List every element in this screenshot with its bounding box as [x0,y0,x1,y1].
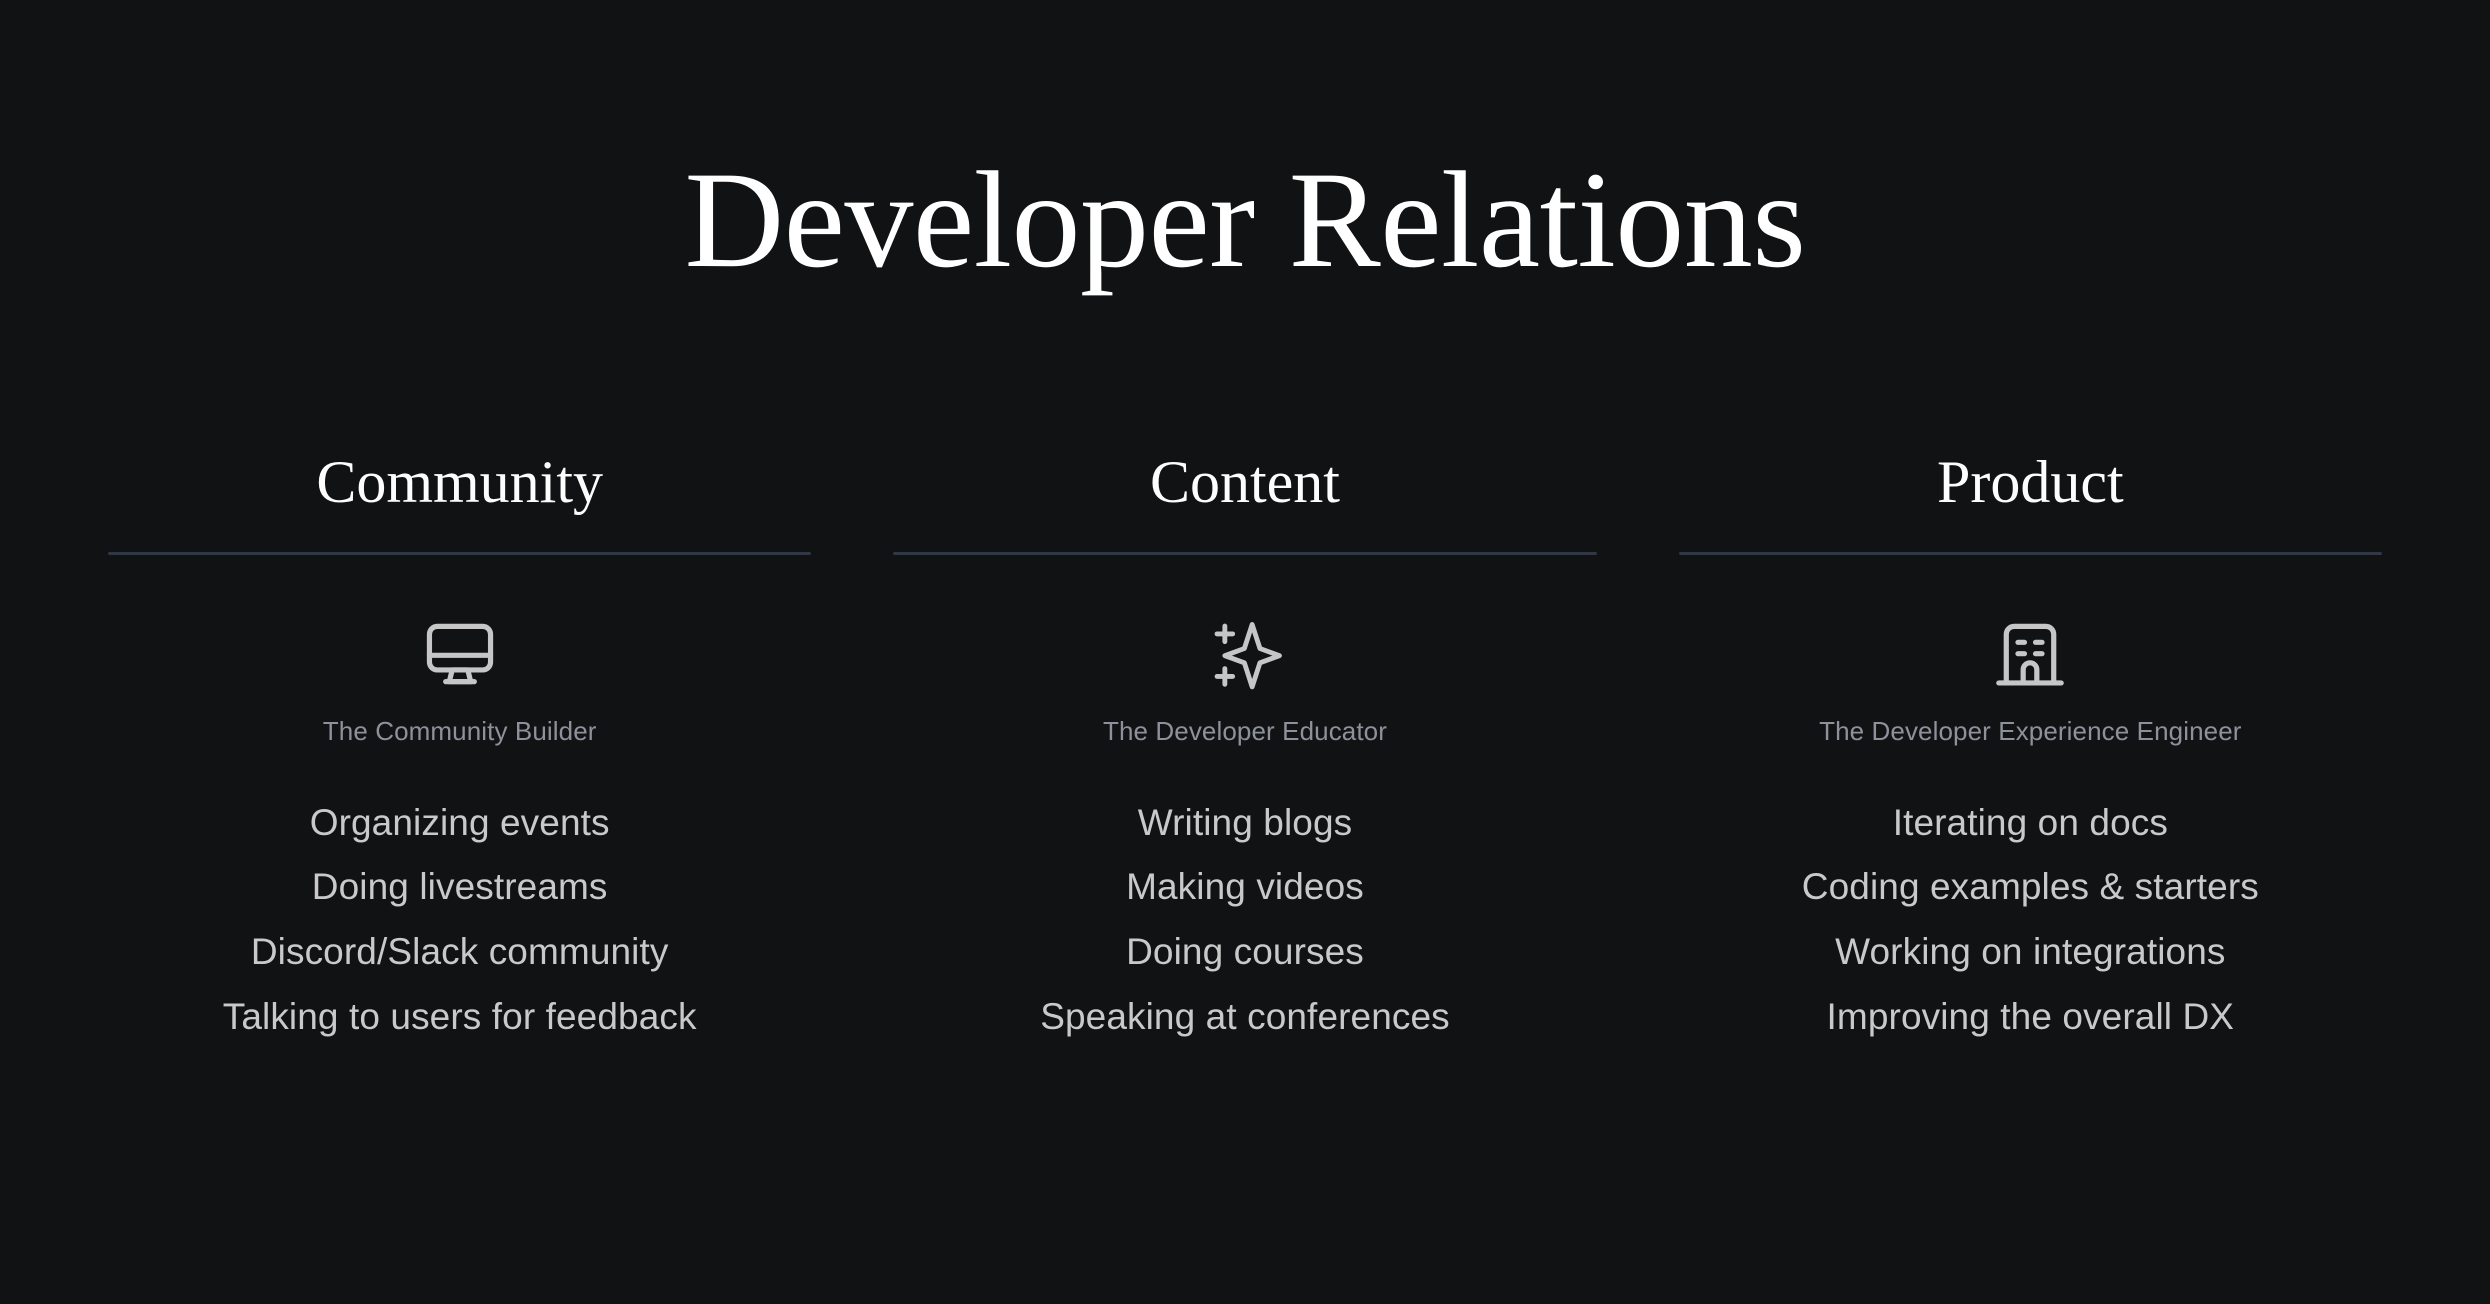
list-item: Talking to users for feedback [222,995,697,1037]
list-item: Writing blogs [1137,801,1353,843]
column-item-list: Writing blogs Making videos Doing course… [893,795,1596,1046]
column-content: Content The Developer Educator Writing b… [893,449,1597,1046]
building-icon [1984,609,2076,701]
list-item: Working on integrations [1835,931,2226,973]
column-persona: The Developer Educator [1102,716,1387,746]
column-divider [893,552,1597,555]
list-item: Coding examples & starters [1801,866,2259,908]
column-heading: Product [1936,449,2124,515]
list-item: Doing courses [1126,931,1364,973]
list-item: Improving the overall DX [1826,995,2235,1037]
column-item-list: Organizing events Doing livestreams Disc… [108,795,811,1046]
column-persona: The Community Builder [322,716,597,746]
list-item: Discord/Slack community [250,931,669,973]
sparkle-icon [1199,609,1291,701]
column-divider [1678,552,2382,555]
column-divider [108,552,812,555]
list-item: Organizing events [309,801,610,843]
page-title: Developer Relations [684,143,1806,296]
columns-container: Community The Community Builder Organizi… [108,452,2382,1046]
list-item: Iterating on docs [1892,801,2168,843]
list-item: Doing livestreams [311,866,608,908]
column-heading: Community [316,449,604,515]
slide-root: Developer Relations Community The Commun… [0,0,2490,1304]
column-heading: Content [1149,449,1340,515]
column-persona: The Developer Experience Engineer [1819,716,2242,746]
column-community: Community The Community Builder Organizi… [108,449,812,1046]
page-title-container: Developer Relations [0,148,2490,292]
list-item: Speaking at conferences [1040,995,1450,1037]
column-item-list: Iterating on docs Coding examples & star… [1679,795,2382,1046]
monitor-icon [414,609,506,701]
column-product: Product The Developer Experience Enginee… [1678,449,2382,1046]
list-item: Making videos [1126,866,1364,908]
